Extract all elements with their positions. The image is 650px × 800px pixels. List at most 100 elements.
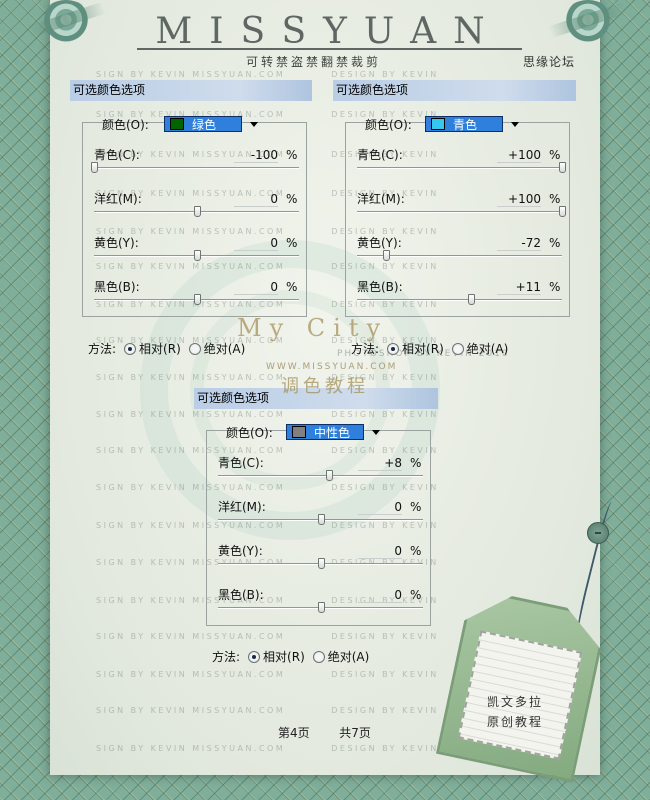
color-dropdown-value[interactable]: 青色 <box>425 116 503 132</box>
watermark-sign: SIGN BY KEVIN MISSYUAN.COM <box>96 373 286 382</box>
channel-slider-track[interactable] <box>218 475 423 477</box>
channel-slider-thumb[interactable] <box>193 250 201 261</box>
logo-underline <box>137 48 522 50</box>
channel-value-input[interactable]: +100 <box>497 148 541 163</box>
channel-slider-thumb[interactable] <box>193 206 201 217</box>
chevron-down-icon[interactable] <box>372 429 380 435</box>
tag-line-1: 凯文多拉 <box>487 695 544 709</box>
channel-label: 黑色(B): <box>357 280 403 294</box>
chevron-down-icon[interactable] <box>511 121 519 127</box>
absolute-radio[interactable] <box>312 650 325 663</box>
color-swatch <box>431 118 445 130</box>
channel-label: 洋红(M): <box>357 192 405 206</box>
channel-value-input[interactable]: 0 <box>234 192 278 207</box>
absolute-radio[interactable] <box>188 342 201 355</box>
tag-line-2: 原创教程 <box>487 715 544 729</box>
channel-slider-thumb[interactable] <box>91 162 98 173</box>
percent-sign: % <box>410 588 422 602</box>
channel-slider-thumb[interactable] <box>317 602 325 613</box>
channel-label: 青色(C): <box>357 148 403 162</box>
color-dropdown-value[interactable]: 绿色 <box>164 116 242 132</box>
chevron-down-icon[interactable] <box>250 121 258 127</box>
channel-value-input[interactable]: +11 <box>497 280 541 295</box>
channel-slider-thumb[interactable] <box>559 206 566 217</box>
site-logo: MISSYUAN <box>155 11 502 52</box>
channel-value-input[interactable]: +8 <box>358 456 402 471</box>
channel-value-input[interactable]: 0 <box>358 544 402 559</box>
color-label: 颜色(O): <box>365 118 412 132</box>
channel-slider-thumb[interactable] <box>382 250 390 261</box>
percent-sign: % <box>549 280 561 294</box>
sewn-button-icon <box>587 522 609 544</box>
channel-slider-thumb[interactable] <box>325 470 333 481</box>
channel-value-input[interactable]: 0 <box>358 500 402 515</box>
relative-radio[interactable] <box>248 650 261 663</box>
channel-slider-thumb[interactable] <box>317 514 325 525</box>
color-dropdown-value[interactable]: 中性色 <box>286 424 364 440</box>
watermark-design: DESIGN BY KEVIN <box>331 670 439 679</box>
percent-sign: % <box>286 192 298 206</box>
watermark-sign: SIGN BY KEVIN MISSYUAN.COM <box>96 632 286 641</box>
watermark-sign: SIGN BY KEVIN MISSYUAN.COM <box>96 744 286 753</box>
watermark-row: SIGN BY KEVIN MISSYUAN.COM DESIGN BY KEVI… <box>96 410 576 419</box>
channel-slider-track[interactable] <box>357 299 562 301</box>
page-current[interactable]: 第4页 <box>278 726 310 740</box>
percent-sign: % <box>286 280 298 294</box>
watermark-sign: SIGN BY KEVIN MISSYUAN.COM <box>96 670 286 679</box>
color-swatch <box>170 118 184 130</box>
absolute-radio[interactable] <box>451 342 464 355</box>
channel-label: 黄色(Y): <box>94 236 139 250</box>
channel-slider-thumb[interactable] <box>559 162 566 173</box>
percent-sign: % <box>286 236 298 250</box>
absolute-label: 绝对(A) <box>203 342 246 356</box>
relative-radio[interactable] <box>387 342 400 355</box>
absolute-label: 绝对(A) <box>327 650 370 664</box>
channel-slider-thumb[interactable] <box>467 294 475 305</box>
rose-ornament-left-icon <box>40 0 92 44</box>
channel-label: 洋红(M): <box>218 500 266 514</box>
percent-sign: % <box>549 236 561 250</box>
relative-label: 相对(R) <box>139 342 181 356</box>
absolute-label: 绝对(A) <box>466 342 509 356</box>
color-dropdown-text: 绿色 <box>192 117 217 132</box>
channel-label: 黑色(B): <box>94 280 140 294</box>
channel-value-input[interactable]: +100 <box>497 192 541 207</box>
relative-radio[interactable] <box>124 342 137 355</box>
panel-title: 可选颜色选项 <box>333 80 576 101</box>
method-row: 方法: 相对(R) 绝对(A) <box>88 340 245 357</box>
color-dropdown[interactable]: 青色 <box>425 116 519 132</box>
copyright-subtitle: 可转禁盗禁翻禁裁剪 <box>246 55 382 69</box>
percent-sign: % <box>410 544 422 558</box>
method-row: 方法: 相对(R) 绝对(A) <box>212 648 369 665</box>
watermark-sign: SIGN BY KEVIN MISSYUAN.COM <box>96 410 286 419</box>
watermark-subtitle: 调色教程 <box>281 376 369 397</box>
method-label: 方法: <box>88 342 117 356</box>
watermark-title: My City <box>237 314 389 342</box>
color-dropdown[interactable]: 绿色 <box>164 116 258 132</box>
method-label: 方法: <box>212 650 241 664</box>
watermark-design: DESIGN BY KEVIN <box>331 744 439 753</box>
percent-sign: % <box>410 500 422 514</box>
color-dropdown-text: 青色 <box>453 117 478 132</box>
channel-slider-thumb[interactable] <box>317 558 325 569</box>
channel-slider-thumb[interactable] <box>193 294 201 305</box>
rose-ornament-right-icon <box>562 0 614 44</box>
channel-value-input[interactable]: 0 <box>234 236 278 251</box>
channel-slider-track[interactable] <box>357 167 562 169</box>
page-total: 共7页 <box>339 726 371 740</box>
channel-slider-track[interactable] <box>357 211 562 213</box>
channel-value-input[interactable]: 0 <box>234 280 278 295</box>
color-label: 颜色(O): <box>226 426 273 440</box>
channel-value-input[interactable]: 0 <box>358 588 402 603</box>
channel-value-input[interactable]: -100 <box>234 148 278 163</box>
watermark-sign: SIGN BY KEVIN MISSYUAN.COM <box>96 706 286 715</box>
pagination: 第4页 共7页 <box>278 724 371 741</box>
channel-value-input[interactable]: -72 <box>497 236 541 251</box>
color-dropdown-text: 中性色 <box>314 425 351 440</box>
color-swatch <box>292 426 306 438</box>
color-dropdown[interactable]: 中性色 <box>286 424 380 440</box>
channel-label: 黑色(B): <box>218 588 264 602</box>
channel-label: 黄色(Y): <box>357 236 402 250</box>
watermark-design: DESIGN BY KEVIN <box>331 70 439 79</box>
channel-slider-track[interactable] <box>94 167 299 169</box>
